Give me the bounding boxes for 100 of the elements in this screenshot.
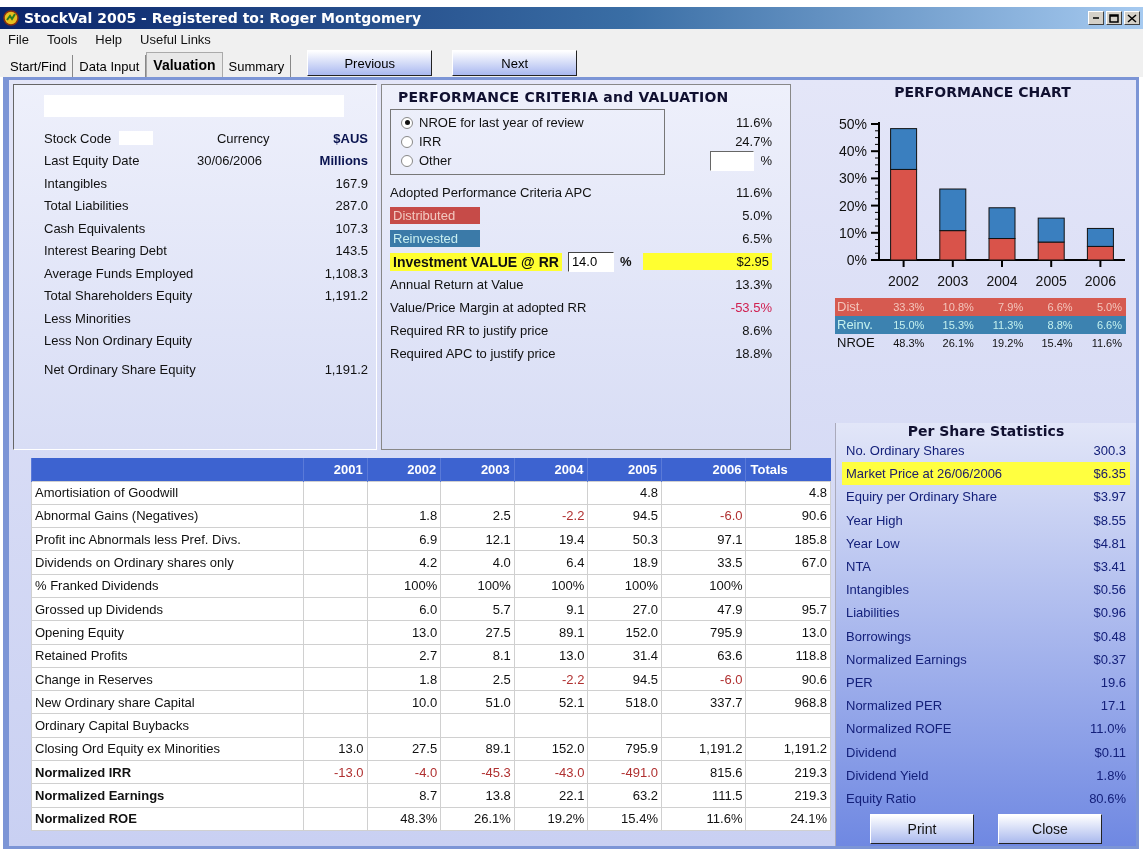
series-label: Reinv. [835, 316, 879, 334]
axis-label: 2002 [888, 273, 920, 289]
stat-value: 19.6 [1100, 674, 1126, 690]
menu-item[interactable]: File [4, 31, 43, 47]
series-label: Dist. [835, 298, 879, 316]
rate-input[interactable]: 14.0 [567, 251, 614, 272]
radio-button[interactable] [401, 116, 413, 129]
option-label: NROE for last year of review [419, 115, 584, 130]
row-label: Amortisiation of Goodwill [31, 481, 304, 505]
stat-value: $3.97 [1093, 489, 1126, 505]
table-cell: 968.8 [746, 690, 831, 714]
table-cell: 815.6 [661, 760, 746, 784]
field-value: Millions [319, 153, 368, 169]
table-cell: -2.2 [514, 504, 588, 528]
field-label: Less Non Ordinary Equity [44, 333, 193, 349]
option-value: 11.6% [736, 115, 772, 130]
field-label: Interest Bearing Debt [44, 243, 167, 259]
table-cell: 152.0 [587, 620, 662, 645]
row-label: New Ordinary share Capital [31, 690, 304, 714]
table-cell: 1,191.2 [661, 737, 746, 761]
table-cell: 90.6 [746, 504, 831, 528]
table-cell: 13.0 [367, 620, 441, 645]
row-value: 18.8% [735, 346, 772, 361]
column-header: 2003 [440, 458, 515, 481]
field-label: Intangibles [44, 175, 107, 191]
table-cell: 100% [367, 574, 441, 598]
other-input[interactable] [710, 150, 755, 171]
radio-button[interactable] [401, 135, 413, 148]
dialog-button[interactable]: Print [870, 814, 974, 844]
stat-label: Equiry per Ordinary Share [846, 489, 997, 505]
stat-value: 80.6% [1089, 790, 1126, 806]
stat-value: $4.81 [1093, 535, 1126, 551]
axis-label: 0% [846, 252, 867, 268]
table-cell: 90.6 [746, 667, 831, 691]
nav-button[interactable]: Next [452, 50, 578, 76]
table-cell: 337.7 [661, 690, 746, 714]
table-cell: 9.1 [514, 597, 588, 621]
stat-label: Normalized Earnings [846, 651, 967, 667]
table-cell: 100% [587, 574, 662, 598]
menu-item[interactable]: Useful Links [136, 31, 225, 47]
stat-label: Market Price at 26/06/2006 [846, 466, 1003, 482]
table-cell: 15.4% [587, 807, 662, 831]
row-label: Ordinary Capital Buybacks [31, 713, 304, 738]
radio-button[interactable] [401, 154, 413, 167]
series-value: 10.8% [928, 298, 978, 316]
series-value: 33.3% [879, 298, 929, 316]
table-cell: 1.8 [367, 667, 441, 691]
menu-item[interactable]: Tools [42, 31, 92, 47]
maximize-button[interactable] [1106, 11, 1122, 25]
dialog-button[interactable]: Close [998, 814, 1102, 844]
field-label: Last Equity Date [44, 153, 140, 169]
investment-label: Investment VALUE @ RR [390, 252, 562, 271]
bar-segment [1086, 227, 1114, 247]
row-value: 5.0% [742, 208, 772, 223]
investment-value: $2.95 [643, 253, 772, 270]
table-cell: 67.0 [746, 550, 831, 575]
table-cell: 31.4 [587, 644, 662, 668]
table-cell: 51.0 [440, 690, 515, 714]
field-label: Average Funds Employed [44, 265, 194, 281]
row-value: 8.6% [742, 323, 772, 338]
table-cell: 19.2% [514, 807, 588, 831]
series-value: 7.9% [977, 298, 1028, 316]
table-cell: 13.0 [514, 644, 588, 668]
table-cell: 6.0 [367, 597, 441, 621]
table-cell: 94.5 [587, 667, 662, 691]
stat-label: Normalized ROFE [846, 721, 952, 737]
row-label: Opening Equity [31, 620, 304, 645]
stat-label: Normalized PER [846, 698, 943, 714]
table-cell: 10.0 [367, 690, 441, 714]
column-header: 2002 [367, 458, 441, 481]
close-button[interactable] [1124, 11, 1140, 25]
axis-label: 40% [838, 143, 867, 160]
row-value: 11.6% [736, 185, 772, 200]
table-cell: 4.8 [587, 481, 662, 505]
row-label: Normalized Earnings [31, 783, 304, 808]
table-cell: 97.1 [661, 527, 746, 551]
table-cell: 13.8 [440, 783, 515, 808]
tab[interactable]: Valuation [146, 52, 223, 77]
field-value: 1,191.2 [324, 288, 368, 304]
row-label: Profit inc Abnormals less Pref. Divs. [31, 527, 304, 551]
table-cell: -491.0 [587, 760, 662, 784]
series-value: 11.6% [1090, 336, 1123, 351]
field-value: 287.0 [335, 198, 368, 214]
series-value: 15.0% [879, 316, 929, 334]
stat-label: Liabilities [846, 605, 900, 621]
table-cell: 26.1% [440, 807, 515, 831]
table-cell: 518.0 [587, 690, 662, 714]
window-title: StockVal 2005 - Registered to: Roger Montgomery [24, 10, 423, 26]
nav-button[interactable]: Previous [307, 50, 433, 76]
field-value: $AUS [333, 130, 368, 146]
row-label: Adopted Performance Criteria APC [390, 185, 592, 200]
column-header: 2001 [303, 458, 368, 481]
series-label: NROE [836, 334, 876, 352]
menu-item[interactable]: Help [91, 31, 137, 47]
stat-value: 300.3 [1093, 443, 1126, 459]
field-label: Net Ordinary Share Equity [44, 361, 196, 377]
table-cell: 95.7 [746, 597, 831, 621]
bar-segment [1037, 217, 1065, 243]
minimize-button[interactable] [1088, 11, 1104, 25]
axis-label: 30% [838, 170, 867, 187]
